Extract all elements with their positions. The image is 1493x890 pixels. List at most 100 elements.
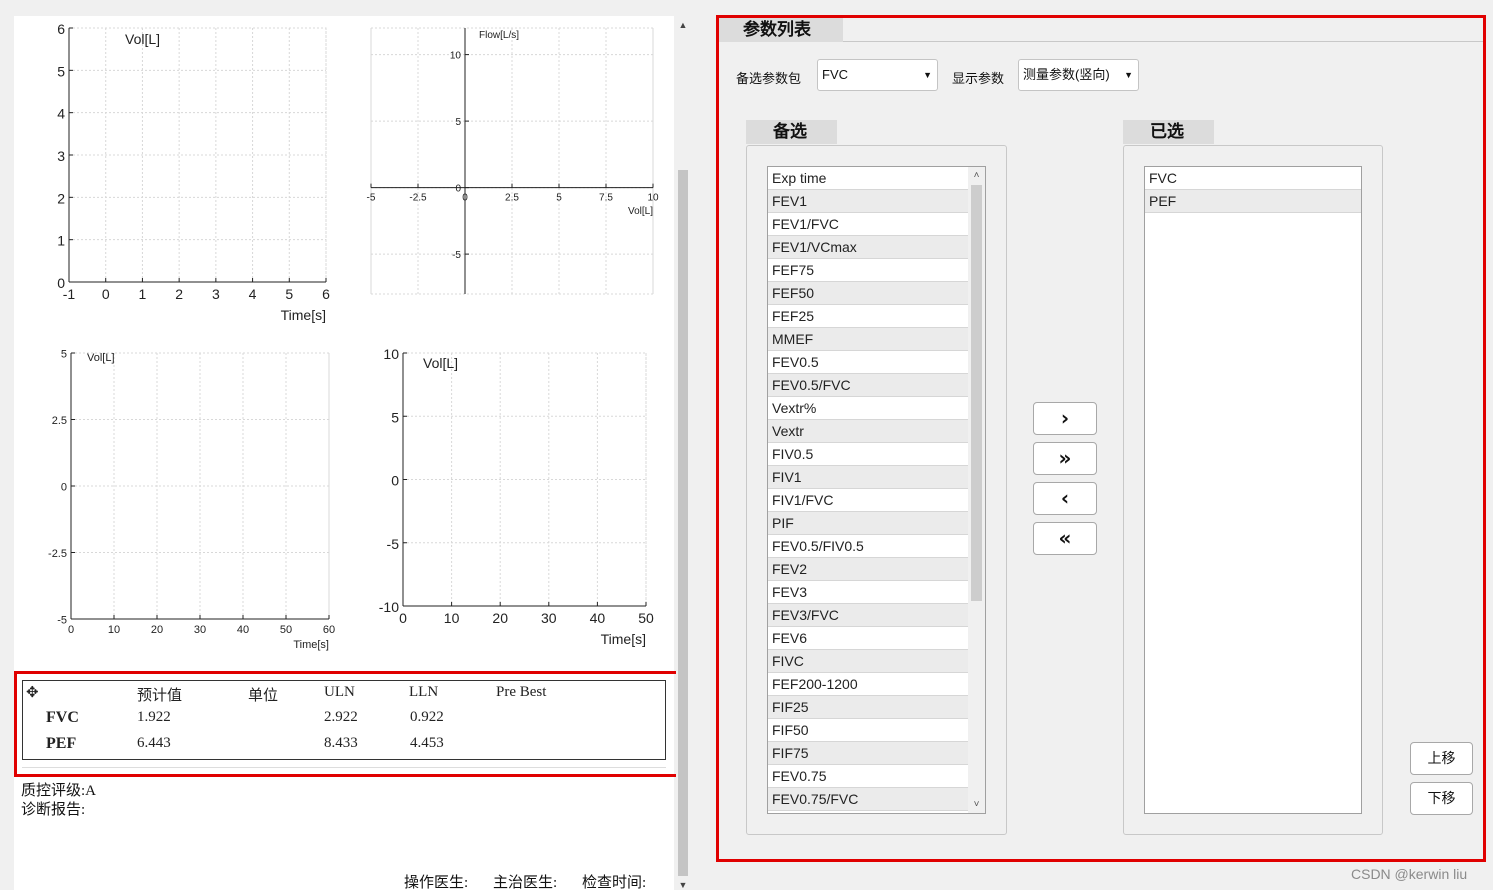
available-list-item[interactable]: FEV1 xyxy=(768,190,968,213)
x-tick-label: 10 xyxy=(647,193,659,204)
y-tick-label: 10 xyxy=(450,51,462,62)
available-list-item[interactable]: FIVC xyxy=(768,650,968,673)
add-all-button[interactable]: » xyxy=(1033,442,1097,475)
y-tick-label: -5 xyxy=(387,536,400,552)
x-tick-label: 1 xyxy=(139,286,147,302)
vol-time-chart-3: 0 10 20 30 40 501050-5-10Vol[L]Time[s] xyxy=(379,346,654,647)
available-list-item[interactable]: FEV0.5/FIV0.5 xyxy=(768,535,968,558)
y-axis-label: Flow[L/s] xyxy=(479,30,519,41)
available-list-item[interactable]: FEV0.75 xyxy=(768,765,968,788)
move-up-button[interactable]: 上移 xyxy=(1410,742,1473,775)
x-tick-label: 2.5 xyxy=(505,193,519,204)
available-list-item[interactable]: Vextr xyxy=(768,420,968,443)
title-divider xyxy=(843,41,1483,42)
x-tick-label: 60 xyxy=(323,624,335,636)
available-list-item[interactable]: FEF200-1200 xyxy=(768,673,968,696)
available-list-scrollbar[interactable]: ˄ ˅ xyxy=(968,167,985,813)
available-list-item[interactable]: FEV0.75/FVC xyxy=(768,788,968,811)
row-name-fvc: FVC xyxy=(46,709,79,726)
x-tick-label: -2.5 xyxy=(409,193,427,204)
y-tick-label: 0 xyxy=(57,275,65,291)
x-tick-label: 0 xyxy=(399,610,407,626)
y-axis-label: Vol[L] xyxy=(125,31,160,47)
y-tick-label: 5 xyxy=(391,409,399,425)
quality-grade: 质控评级:A xyxy=(21,783,97,799)
available-list-item[interactable]: FEF50 xyxy=(768,282,968,305)
selected-list-item[interactable]: PEF xyxy=(1145,190,1361,213)
x-tick-label: 10 xyxy=(444,610,460,626)
flow-volume-chart: -5 -2.5 0 2.5 5 7.5 10 10 5 0 -5 Flow[L/s] Vol[L] xyxy=(367,27,659,295)
y-tick-label: -5 xyxy=(452,250,461,261)
available-list-item[interactable]: PIF xyxy=(768,512,968,535)
y-tick-label: 10 xyxy=(383,346,399,362)
y-tick-label: -2.5 xyxy=(48,548,67,560)
x-tick-label: 50 xyxy=(280,624,292,636)
remove-all-button[interactable]: « xyxy=(1033,522,1097,555)
x-tick-label: 50 xyxy=(638,610,654,626)
results-table: ✥ 预计值 单位 ULN LLN Pre Best FVC 1.922 2.92… xyxy=(22,680,666,760)
y-tick-label: 1 xyxy=(57,233,65,249)
y-tick-label: 0 xyxy=(455,184,461,195)
add-button[interactable]: › xyxy=(1033,402,1097,435)
available-list-item[interactable]: FEF75 xyxy=(768,259,968,282)
available-list-item[interactable]: FEV2 xyxy=(768,558,968,581)
x-tick-label: 30 xyxy=(194,624,206,636)
available-list-item[interactable]: FEV3 xyxy=(768,581,968,604)
available-list-item[interactable]: Exp time xyxy=(768,167,968,190)
y-tick-label: 4 xyxy=(57,106,65,122)
x-tick-label: 5 xyxy=(285,286,293,302)
available-list-item[interactable]: FEV1/VCmax xyxy=(768,236,968,259)
fvc-uln: 2.922 xyxy=(324,709,358,725)
chevron-down-icon: ▼ xyxy=(923,70,932,80)
remove-button[interactable]: ‹ xyxy=(1033,482,1097,515)
header-lln: LLN xyxy=(409,684,439,700)
y-tick-label: 5 xyxy=(455,117,461,128)
available-list-item[interactable]: FEV6 xyxy=(768,627,968,650)
available-list-item[interactable]: FIV1/FVC xyxy=(768,489,968,512)
available-list-item[interactable]: FEV0.5 xyxy=(768,351,968,374)
available-list-item[interactable]: FEV0.5/FVC xyxy=(768,374,968,397)
move-down-button[interactable]: 下移 xyxy=(1410,782,1473,815)
x-axis-label: Time[s] xyxy=(293,639,329,651)
x-tick-label: 20 xyxy=(492,610,508,626)
scroll-thumb[interactable] xyxy=(971,185,982,601)
y-tick-label: -5 xyxy=(57,615,67,627)
available-list-item[interactable]: FIV0.5 xyxy=(768,443,968,466)
available-list-item[interactable]: FEF25 xyxy=(768,305,968,328)
package-select[interactable]: FVC ▼ xyxy=(817,59,938,91)
available-list-item[interactable]: FEV1/FVC xyxy=(768,213,968,236)
display-select-value: 测量参数(竖向) xyxy=(1023,67,1110,82)
selected-list-item[interactable]: FVC xyxy=(1145,167,1361,190)
scroll-down-icon[interactable]: ▼ xyxy=(676,878,690,890)
scroll-thumb[interactable] xyxy=(678,170,688,876)
header-pre-best: Pre Best xyxy=(496,684,547,700)
y-tick-label: 0 xyxy=(391,473,399,489)
y-tick-label: 5 xyxy=(61,349,67,361)
available-list-item[interactable]: FEV3/FVC xyxy=(768,604,968,627)
available-list-item[interactable]: FIV1 xyxy=(768,466,968,489)
selected-list[interactable]: FVC PEF xyxy=(1144,166,1362,814)
x-tick-label: 2 xyxy=(175,286,183,302)
pef-predicted: 6.443 xyxy=(137,735,171,751)
available-list[interactable]: Exp time FEV1 FEV1/FVC FEV1/VCmax FEF75 FEF50… xyxy=(767,166,986,814)
attending-label: 主治医生: xyxy=(493,875,558,890)
table-divider xyxy=(22,767,666,768)
watermark: CSDN @kerwin liu xyxy=(1351,866,1468,882)
chevron-down-icon[interactable]: ˅ xyxy=(968,796,985,813)
header-unit: 单位 xyxy=(248,688,279,704)
available-list-item[interactable]: MMEF xyxy=(768,328,968,351)
display-select[interactable]: 测量参数(竖向) ▼ xyxy=(1018,59,1139,91)
x-tick-label: 4 xyxy=(249,286,257,302)
report-scrollbar[interactable]: ▲ ▼ xyxy=(676,16,690,890)
available-list-item[interactable]: FIF25 xyxy=(768,696,968,719)
scroll-up-icon[interactable]: ▲ xyxy=(676,18,690,32)
available-list-item[interactable]: Vextr% xyxy=(768,397,968,420)
move-handle-icon[interactable]: ✥ xyxy=(26,683,39,701)
chevron-up-icon[interactable]: ˄ xyxy=(968,167,985,184)
fvc-predicted: 1.922 xyxy=(137,709,171,725)
exam-time-label: 检查时间: xyxy=(582,875,647,890)
package-label: 备选参数包 xyxy=(736,71,802,86)
available-list-item[interactable]: FIF50 xyxy=(768,719,968,742)
y-tick-label: 2.5 xyxy=(52,415,67,427)
available-list-item[interactable]: FIF75 xyxy=(768,742,968,765)
